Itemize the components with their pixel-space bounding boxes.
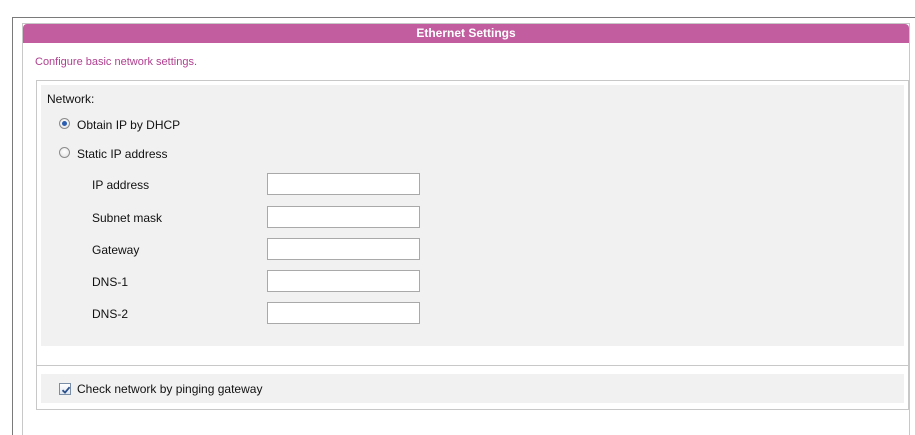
checkmark-icon (61, 386, 71, 394)
network-section-inner: Network: Obtain IP by DHCP Static IP add… (41, 85, 904, 346)
network-section: Network: Obtain IP by DHCP Static IP add… (36, 80, 909, 369)
ip-address-label: IP address (92, 178, 150, 192)
dns2-input[interactable] (267, 302, 420, 324)
network-label: Network: (47, 92, 95, 106)
ip-address-input[interactable] (267, 173, 420, 195)
panel-title: Ethernet Settings (23, 24, 909, 43)
ping-gateway-checkbox[interactable] (59, 383, 71, 395)
dns1-input[interactable] (267, 270, 420, 292)
panel-description: Configure basic network settings. (35, 56, 198, 68)
gateway-input[interactable] (267, 238, 420, 260)
static-ip-radio[interactable] (59, 147, 70, 158)
ping-section-inner: Check network by pinging gateway (41, 374, 904, 403)
ethernet-settings-panel: Ethernet Settings Configure basic networ… (22, 23, 910, 435)
dhcp-radio-label[interactable]: Obtain IP by DHCP (77, 118, 180, 132)
dns2-label: DNS-2 (92, 307, 129, 321)
subnet-mask-input[interactable] (267, 206, 420, 228)
ping-section: Check network by pinging gateway (36, 365, 909, 410)
ping-gateway-label[interactable]: Check network by pinging gateway (77, 382, 262, 396)
dhcp-radio[interactable] (59, 118, 70, 129)
page: Ethernet Settings Configure basic networ… (0, 0, 915, 435)
subnet-mask-label: Subnet mask (92, 211, 163, 225)
dns1-label: DNS-1 (92, 275, 129, 289)
static-ip-radio-label[interactable]: Static IP address (77, 147, 168, 161)
gateway-label: Gateway (92, 243, 140, 257)
